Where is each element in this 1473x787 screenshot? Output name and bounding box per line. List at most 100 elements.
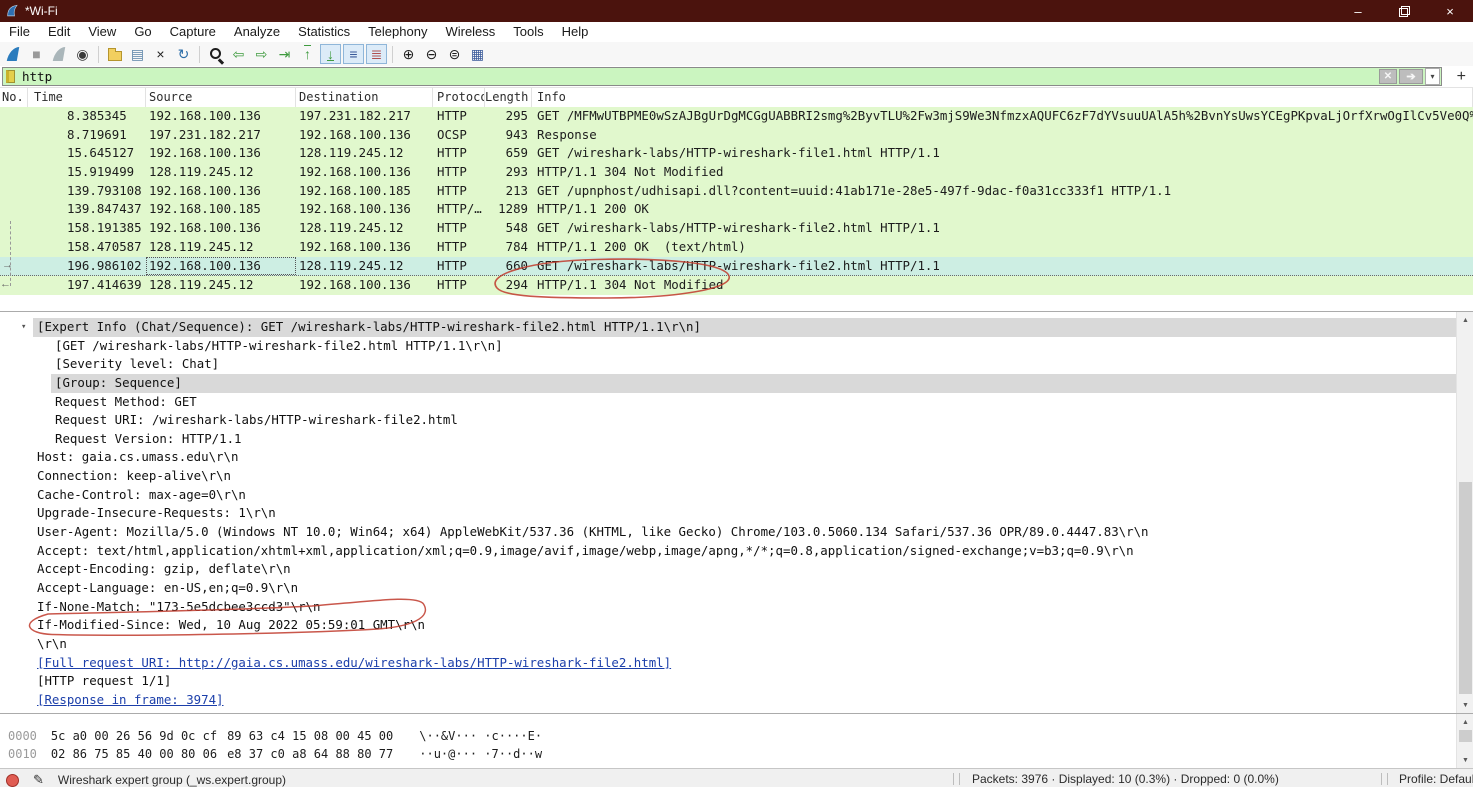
go-to-top-icon[interactable]: ↑ [297, 44, 318, 64]
menu-item-analyze[interactable]: Analyze [225, 22, 289, 42]
menu-item-go[interactable]: Go [125, 22, 160, 42]
profile-text[interactable]: Profile: Default [1399, 772, 1473, 786]
detail-line[interactable]: Request Method: GET [0, 393, 1473, 412]
packet-row[interactable]: 15.645127192.168.100.136128.119.245.12HT… [0, 144, 1473, 163]
menu-item-file[interactable]: File [0, 22, 39, 42]
detail-line[interactable]: Request URI: /wireshark-labs/HTTP-wiresh… [0, 411, 1473, 430]
minimize-icon[interactable]: – [1335, 0, 1381, 22]
packet-row[interactable]: 8.385345192.168.100.136197.231.182.217HT… [0, 107, 1473, 126]
filter-dropdown-icon[interactable]: ▾ [1425, 68, 1440, 85]
menu-item-capture[interactable]: Capture [161, 22, 225, 42]
packet-row[interactable]: 139.847437192.168.100.185192.168.100.136… [0, 200, 1473, 219]
start-capture-icon[interactable] [3, 44, 24, 64]
filter-buttons: ✕ ➔ ▾ [1379, 68, 1441, 85]
column-header-length[interactable]: Length [485, 88, 532, 107]
resize-columns-icon[interactable]: ▦ [467, 44, 488, 64]
menu-item-tools[interactable]: Tools [504, 22, 552, 42]
detail-line[interactable]: Accept-Encoding: gzip, deflate\r\n [0, 560, 1473, 579]
scroll-up-icon[interactable]: ▲ [1457, 714, 1473, 730]
detail-line[interactable]: If-Modified-Since: Wed, 10 Aug 2022 05:5… [0, 616, 1473, 635]
menu-item-view[interactable]: View [79, 22, 125, 42]
detail-line[interactable]: ▾[Expert Info (Chat/Sequence): GET /wire… [33, 318, 1473, 337]
detail-line[interactable]: [Full request URI: http://gaia.cs.umass.… [0, 654, 1473, 673]
zoom-in-icon[interactable]: ⊕ [398, 44, 419, 64]
details-scroll-thumb[interactable] [1459, 482, 1472, 694]
detail-text: Host: gaia.cs.umass.edu\r\n [37, 449, 238, 464]
packet-row[interactable]: 139.793108192.168.100.136192.168.100.185… [0, 182, 1473, 201]
colorize-packets-icon[interactable]: ≣ [366, 44, 387, 64]
packet-row[interactable]: 197.414639128.119.245.12192.168.100.136H… [0, 276, 1473, 295]
detail-line[interactable]: Upgrade-Insecure-Requests: 1\r\n [0, 504, 1473, 523]
close-capture-file-icon[interactable]: × [150, 44, 171, 64]
expert-info-icon[interactable] [6, 774, 19, 787]
cell-length: 784 [485, 238, 532, 257]
detail-line[interactable]: Accept: text/html,application/xhtml+xml,… [0, 542, 1473, 561]
scroll-down-icon[interactable]: ▼ [1457, 752, 1473, 768]
filter-clear-icon[interactable]: ✕ [1379, 69, 1397, 84]
collapse-arrow-icon[interactable]: ▾ [21, 318, 26, 337]
menu-item-edit[interactable]: Edit [39, 22, 79, 42]
menu-item-help[interactable]: Help [553, 22, 598, 42]
hex-bytes: e8 37 c0 a8 64 88 80 77 [227, 747, 393, 761]
go-back-icon[interactable]: ⇦ [228, 44, 249, 64]
restart-capture-icon[interactable] [49, 44, 70, 64]
open-capture-file-icon[interactable] [104, 44, 125, 64]
details-scrollbar[interactable]: ▲ ▼ [1456, 312, 1473, 713]
packet-row[interactable]: 158.470587128.119.245.12192.168.100.136H… [0, 238, 1473, 257]
bytes-scrollbar[interactable]: ▲ ▼ [1456, 714, 1473, 768]
menu-item-telephony[interactable]: Telephony [359, 22, 436, 42]
display-filter-input[interactable]: http ✕ ➔ ▾ [2, 67, 1442, 86]
filter-bookmark-icon[interactable] [6, 70, 15, 83]
detail-line[interactable]: Cache-Control: max-age=0\r\n [0, 486, 1473, 505]
auto-scroll-icon[interactable]: ≡ [343, 44, 364, 64]
column-header-info[interactable]: Info [532, 88, 1473, 107]
filter-add-button[interactable]: + [1457, 66, 1466, 87]
column-header-destination[interactable]: Destination [296, 88, 433, 107]
detail-line[interactable]: [Severity level: Chat] [0, 355, 1473, 374]
reload-capture-file-icon[interactable]: ↻ [173, 44, 194, 64]
detail-line[interactable]: Accept-Language: en-US,en;q=0.9\r\n [0, 579, 1473, 598]
scroll-up-icon[interactable]: ▲ [1457, 312, 1473, 328]
close-icon[interactable]: × [1427, 0, 1473, 22]
hex-row[interactable]: 00005c a0 00 26 56 9d 0c cf89 63 c4 15 0… [0, 727, 1473, 745]
detail-line[interactable]: [GET /wireshark-labs/HTTP-wireshark-file… [0, 337, 1473, 356]
filter-apply-icon[interactable]: ➔ [1399, 69, 1423, 84]
column-header-protocol[interactable]: Protocol [433, 88, 485, 107]
go-to-bottom-icon[interactable]: ↓ [320, 44, 341, 64]
cell-info: HTTP/1.1 200 OK (text/html) [532, 238, 1473, 257]
column-header-source[interactable]: Source [146, 88, 296, 107]
stop-capture-icon[interactable]: ■ [26, 44, 47, 64]
detail-line[interactable]: User-Agent: Mozilla/5.0 (Windows NT 10.0… [0, 523, 1473, 542]
detail-line[interactable]: Host: gaia.cs.umass.edu\r\n [0, 448, 1473, 467]
zoom-out-icon[interactable]: ⊖ [421, 44, 442, 64]
zoom-reset-icon[interactable]: ⊜ [444, 44, 465, 64]
detail-line[interactable]: [HTTP request 1/1] [0, 672, 1473, 691]
cell-protocol: HTTP [433, 238, 485, 257]
packet-row[interactable]: 196.986102192.168.100.136128.119.245.12H… [0, 257, 1473, 277]
detail-line[interactable]: [Response in frame: 3974] [0, 691, 1473, 710]
find-packet-icon[interactable] [205, 44, 226, 64]
capture-comment-icon[interactable]: ✎ [33, 772, 44, 787]
column-header-no[interactable]: No. [0, 88, 28, 107]
menu-item-statistics[interactable]: Statistics [289, 22, 359, 42]
cell-length: 295 [485, 107, 532, 126]
restore-icon[interactable] [1381, 0, 1427, 22]
cell-no [0, 107, 28, 126]
detail-line[interactable]: [Group: Sequence] [51, 374, 1473, 393]
detail-line[interactable]: \r\n [0, 635, 1473, 654]
bytes-scroll-thumb[interactable] [1459, 730, 1472, 742]
detail-line[interactable]: Connection: keep-alive\r\n [0, 467, 1473, 486]
scroll-down-icon[interactable]: ▼ [1457, 697, 1473, 713]
detail-line[interactable]: If-None-Match: "173-5e5dcbee3ccd3"\r\n [0, 598, 1473, 617]
packet-row[interactable]: 158.191385192.168.100.136128.119.245.12H… [0, 219, 1473, 238]
go-forward-icon[interactable]: ⇨ [251, 44, 272, 64]
detail-line[interactable]: Request Version: HTTP/1.1 [0, 430, 1473, 449]
go-to-packet-icon[interactable]: ⇥ [274, 44, 295, 64]
column-header-time[interactable]: Time [28, 88, 146, 107]
packet-row[interactable]: 8.719691197.231.182.217192.168.100.136OC… [0, 126, 1473, 145]
menu-item-wireless[interactable]: Wireless [436, 22, 504, 42]
packet-row[interactable]: 15.919499128.119.245.12192.168.100.136HT… [0, 163, 1473, 182]
hex-row[interactable]: 001002 86 75 85 40 00 80 06e8 37 c0 a8 6… [0, 745, 1473, 763]
capture-options-icon[interactable]: ◉ [72, 44, 93, 64]
save-capture-file-icon[interactable]: ▤ [127, 44, 148, 64]
